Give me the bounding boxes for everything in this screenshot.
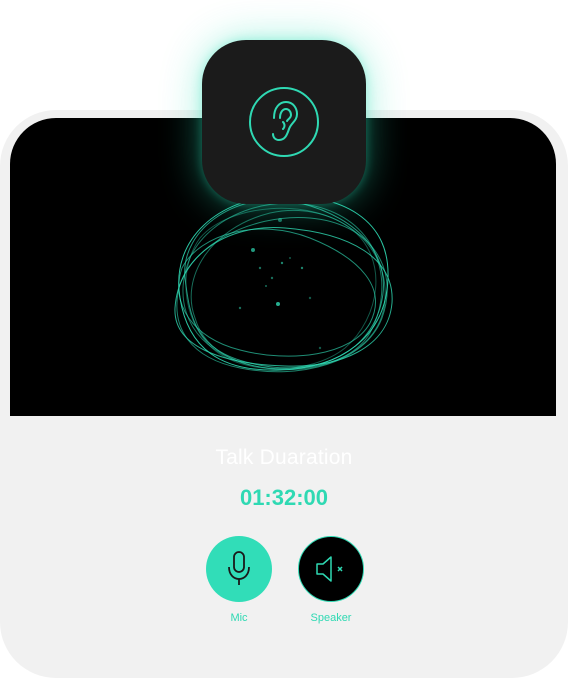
speaker-label: Speaker [310,612,352,624]
mic-label: Mic [230,612,248,624]
listen-badge[interactable] [202,40,366,204]
ear-icon [249,87,319,157]
call-timer: 01:32:00 [239,485,329,510]
microphone-icon [228,551,250,585]
speaker-button[interactable] [298,536,364,602]
talk-duration-title: Talk Duaration [215,446,353,469]
mic-button[interactable] [206,536,272,602]
speaker-muted-icon [316,556,343,582]
